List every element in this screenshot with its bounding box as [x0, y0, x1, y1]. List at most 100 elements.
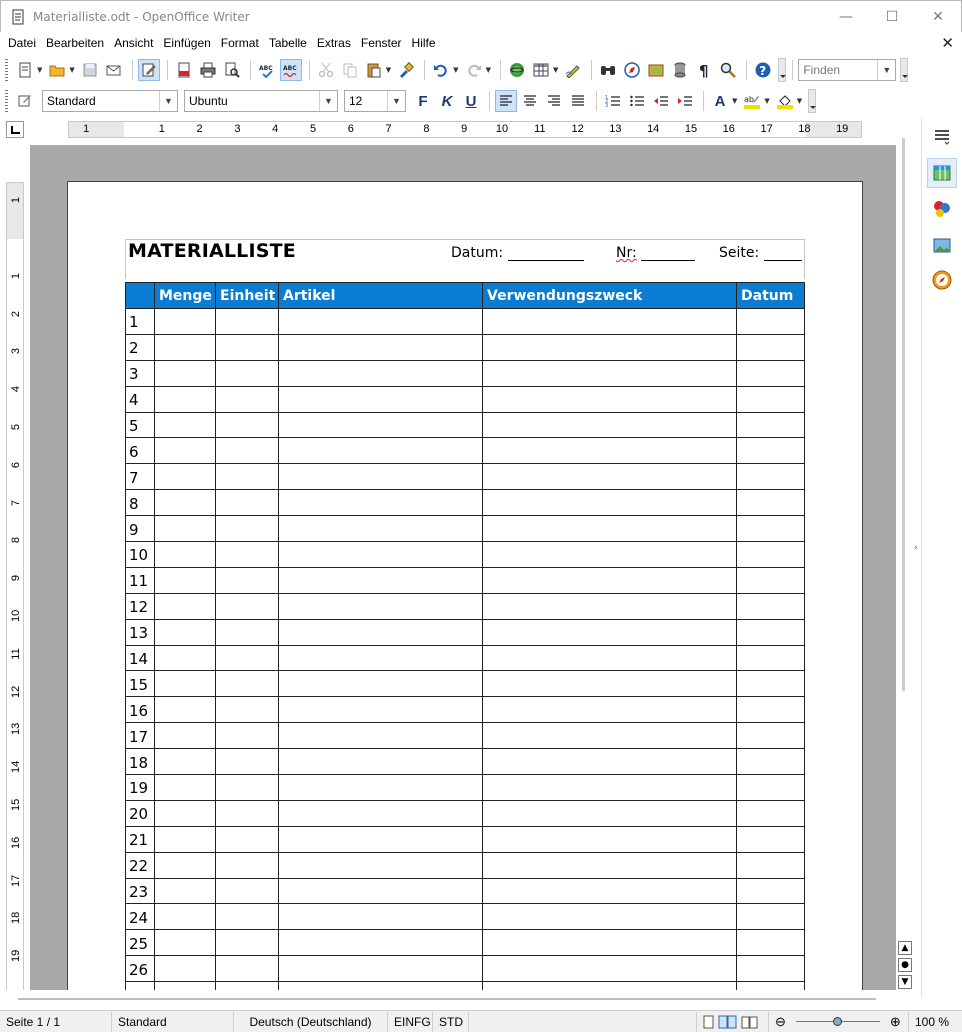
cell-einheit[interactable] [215, 774, 279, 801]
cell-datum[interactable] [736, 489, 805, 517]
cell-einheit[interactable] [215, 825, 279, 853]
table-dropdown-icon[interactable]: ▼ [553, 66, 558, 74]
cell-verwendungszweck[interactable] [482, 799, 737, 827]
cell-artikel[interactable] [278, 644, 483, 672]
cell-einheit[interactable] [215, 385, 279, 413]
row-number-cell[interactable]: 21 [125, 825, 155, 853]
cell-artikel[interactable] [278, 359, 483, 387]
cell-datum[interactable] [736, 411, 805, 439]
cell-menge[interactable] [154, 463, 216, 491]
cell-menge[interactable] [154, 359, 216, 387]
table-icon[interactable] [530, 59, 552, 81]
cell-datum[interactable] [736, 851, 805, 879]
cell-artikel[interactable] [278, 955, 483, 983]
new-icon[interactable] [14, 59, 36, 81]
chevron-down-icon[interactable]: ▼ [319, 91, 337, 111]
cell-datum[interactable] [736, 333, 805, 361]
cell-artikel[interactable] [278, 411, 483, 439]
print-icon[interactable] [197, 59, 219, 81]
cell-menge[interactable] [154, 825, 216, 853]
row-number-cell[interactable]: 19 [125, 774, 155, 801]
cell-datum[interactable] [736, 437, 805, 465]
insert-mode-status[interactable]: EINFG [388, 1011, 433, 1032]
menu-datei[interactable]: Datei [4, 36, 40, 50]
navigation-icon[interactable]: ● [898, 958, 912, 972]
cell-artikel[interactable] [278, 333, 483, 361]
page-style-status[interactable]: Standard [112, 1011, 234, 1032]
cell-einheit[interactable] [215, 799, 279, 827]
row-number-cell[interactable]: 14 [125, 644, 155, 672]
row-number-cell[interactable]: 23 [125, 877, 155, 905]
undo-icon[interactable] [430, 59, 452, 81]
row-number-cell[interactable]: 3 [125, 359, 155, 387]
cell-verwendungszweck[interactable] [482, 955, 737, 983]
menu-tabelle[interactable]: Tabelle [265, 36, 311, 50]
cell-verwendungszweck[interactable] [482, 437, 737, 465]
email-icon[interactable] [103, 59, 125, 81]
menu-extras[interactable]: Extras [313, 36, 355, 50]
cell-datum[interactable] [736, 566, 805, 594]
background-color-dropdown-icon[interactable]: ▼ [797, 97, 802, 105]
cell-menge[interactable] [154, 748, 216, 776]
redo-dropdown-icon[interactable]: ▼ [486, 66, 491, 74]
horizontal-scrollbar[interactable] [0, 990, 920, 1007]
cell-verwendungszweck[interactable] [482, 825, 737, 853]
font-name-select[interactable]: Ubuntu ▼ [184, 90, 338, 112]
cell-artikel[interactable] [278, 541, 483, 568]
page-status[interactable]: Seite 1 / 1 [0, 1011, 112, 1032]
cell-einheit[interactable] [215, 333, 279, 361]
toolbar-overflow-button[interactable] [808, 89, 817, 113]
row-number-cell[interactable]: 11 [125, 566, 155, 594]
cell-einheit[interactable] [215, 489, 279, 517]
vertical-scroll-thumb[interactable] [902, 138, 905, 691]
cell-datum[interactable] [736, 981, 805, 990]
bold-button[interactable]: F [412, 90, 434, 112]
menu-bearbeiten[interactable]: Bearbeiten [42, 36, 108, 50]
material-table[interactable]: Menge Einheit Artikel Verwendungszweck D… [125, 282, 805, 990]
align-center-icon[interactable] [519, 90, 541, 112]
row-number-cell[interactable]: 5 [125, 411, 155, 439]
row-number-cell[interactable]: 18 [125, 748, 155, 776]
cell-verwendungszweck[interactable] [482, 696, 737, 724]
row-number-cell[interactable]: 9 [125, 515, 155, 543]
cell-menge[interactable] [154, 722, 216, 750]
cell-verwendungszweck[interactable] [482, 592, 737, 620]
page-preview-icon[interactable] [221, 59, 243, 81]
cell-einheit[interactable] [215, 929, 279, 957]
row-number-cell[interactable]: 26 [125, 955, 155, 983]
navigator-icon[interactable] [927, 265, 957, 295]
find-dropdown-icon[interactable]: ▼ [877, 60, 895, 80]
cell-datum[interactable] [736, 308, 805, 335]
cell-einheit[interactable] [215, 644, 279, 672]
chevron-down-icon[interactable]: ▼ [159, 91, 177, 111]
cell-verwendungszweck[interactable] [482, 411, 737, 439]
document-area[interactable]: MATERIALLISTE Datum: Nr: Seite: Menge Ei… [30, 145, 896, 990]
cell-menge[interactable] [154, 799, 216, 827]
cell-einheit[interactable] [215, 748, 279, 776]
align-right-icon[interactable] [543, 90, 565, 112]
cell-datum[interactable] [736, 644, 805, 672]
data-sources-icon[interactable] [669, 59, 691, 81]
toolbar-grip[interactable] [5, 90, 8, 112]
highlighting-icon[interactable]: ab [741, 90, 763, 112]
zoom-level[interactable]: 100 % [909, 1012, 955, 1032]
vertical-ruler[interactable]: 1 1 2 3 4 5 6 7 8 9 10 11 12 13 14 15 16 17 18 19 [6, 182, 24, 992]
row-number-cell[interactable]: 1 [125, 308, 155, 335]
close-window-button[interactable]: ✕ [915, 1, 961, 33]
gallery-icon[interactable] [645, 59, 667, 81]
undo-dropdown-icon[interactable]: ▼ [453, 66, 458, 74]
multi-page-view-icon[interactable] [718, 1015, 738, 1029]
cell-datum[interactable] [736, 748, 805, 776]
cell-verwendungszweck[interactable] [482, 748, 737, 776]
italic-button[interactable]: K [436, 90, 458, 112]
autospellcheck-icon[interactable]: ABC [279, 59, 302, 81]
cell-menge[interactable] [154, 955, 216, 983]
cell-verwendungszweck[interactable] [482, 903, 737, 931]
cell-artikel[interactable] [278, 851, 483, 879]
cell-menge[interactable] [154, 929, 216, 957]
cell-artikel[interactable] [278, 618, 483, 646]
cell-artikel[interactable] [278, 489, 483, 517]
export-pdf-icon[interactable] [173, 59, 195, 81]
header-cell-datum[interactable]: Datum [736, 282, 805, 309]
cell-datum[interactable] [736, 955, 805, 983]
